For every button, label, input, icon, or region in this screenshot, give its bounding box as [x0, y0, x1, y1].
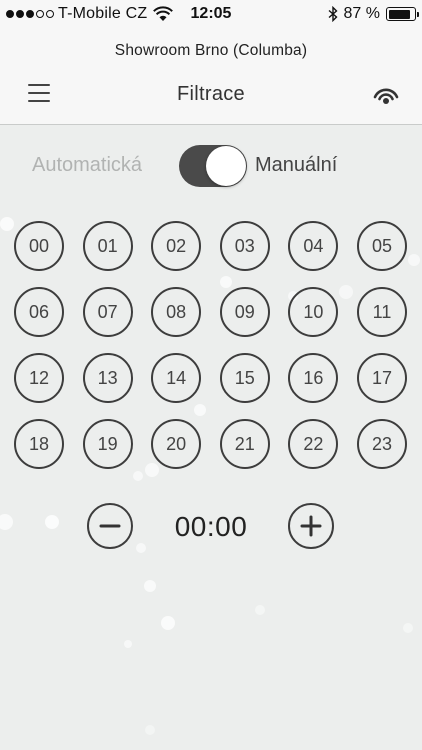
- hour-button-06[interactable]: 06: [14, 287, 64, 337]
- wifi-signal-icon[interactable]: [372, 84, 400, 106]
- hour-button-08[interactable]: 08: [151, 287, 202, 337]
- status-right: 87 %: [328, 5, 419, 23]
- hour-button-09[interactable]: 09: [219, 287, 270, 337]
- mode-selector: Automatická Manuální: [0, 143, 422, 189]
- hour-button-11[interactable]: 11: [357, 287, 407, 337]
- plus-icon: [300, 515, 322, 537]
- hour-button-03[interactable]: 03: [219, 221, 270, 271]
- hour-button-04[interactable]: 04: [288, 221, 339, 271]
- header: Showroom Brno (Columba) Filtrace: [0, 30, 422, 125]
- battery-fill: [388, 9, 411, 19]
- battery-percent: 87 %: [343, 5, 380, 22]
- hour-button-23[interactable]: 23: [357, 419, 407, 469]
- hour-button-05[interactable]: 05: [357, 221, 407, 271]
- hour-button-14[interactable]: 14: [151, 353, 202, 403]
- status-bar: T-Mobile CZ 12:05 87 %: [0, 0, 422, 30]
- mode-toggle[interactable]: [179, 145, 247, 187]
- hour-button-19[interactable]: 19: [82, 419, 133, 469]
- increase-button[interactable]: [288, 503, 334, 549]
- hour-button-20[interactable]: 20: [151, 419, 202, 469]
- location-name: Showroom Brno (Columba): [114, 42, 308, 59]
- hour-button-17[interactable]: 17: [357, 353, 407, 403]
- toggle-knob: [206, 146, 246, 186]
- mode-auto-label[interactable]: Automatická: [32, 154, 142, 177]
- hour-button-07[interactable]: 07: [82, 287, 133, 337]
- mode-manual-label[interactable]: Manuální: [255, 154, 337, 177]
- timer-controls: 00:00: [0, 503, 422, 551]
- hour-button-22[interactable]: 22: [288, 419, 339, 469]
- hour-button-15[interactable]: 15: [219, 353, 270, 403]
- hour-button-12[interactable]: 12: [14, 353, 64, 403]
- timer-value: 00:00: [174, 511, 248, 542]
- hour-button-10[interactable]: 10: [288, 287, 339, 337]
- hour-button-00[interactable]: 00: [14, 221, 64, 271]
- hour-button-02[interactable]: 02: [151, 221, 202, 271]
- bluetooth-icon: [328, 6, 338, 22]
- hour-button-16[interactable]: 16: [288, 353, 339, 403]
- hour-button-18[interactable]: 18: [14, 419, 64, 469]
- page-title: Filtrace: [177, 83, 245, 105]
- hour-button-01[interactable]: 01: [82, 221, 133, 271]
- hour-button-21[interactable]: 21: [219, 419, 270, 469]
- battery-icon: [386, 7, 419, 21]
- hour-button-13[interactable]: 13: [82, 353, 133, 403]
